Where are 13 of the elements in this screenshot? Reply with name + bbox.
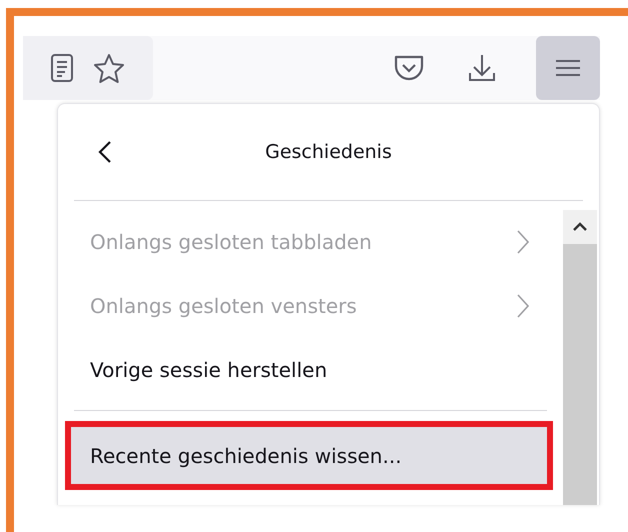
menu-button[interactable]: [536, 36, 600, 100]
scroll-up-icon[interactable]: [572, 222, 588, 232]
chevron-icon: [517, 230, 529, 254]
menu-item[interactable]: Vorige sessie herstellen: [58, 338, 563, 402]
star-icon[interactable]: [93, 53, 125, 83]
menu-item[interactable]: Recente geschiedenis wissen...: [65, 421, 553, 490]
panel-title: Geschiedenis: [265, 141, 392, 163]
reader-view-icon[interactable]: [51, 54, 73, 82]
chevron-icon: [517, 294, 529, 318]
download-icon[interactable]: [468, 53, 496, 83]
pocket-icon[interactable]: [394, 54, 424, 82]
scrollbar[interactable]: [563, 210, 597, 505]
menu-icon: [555, 58, 581, 78]
